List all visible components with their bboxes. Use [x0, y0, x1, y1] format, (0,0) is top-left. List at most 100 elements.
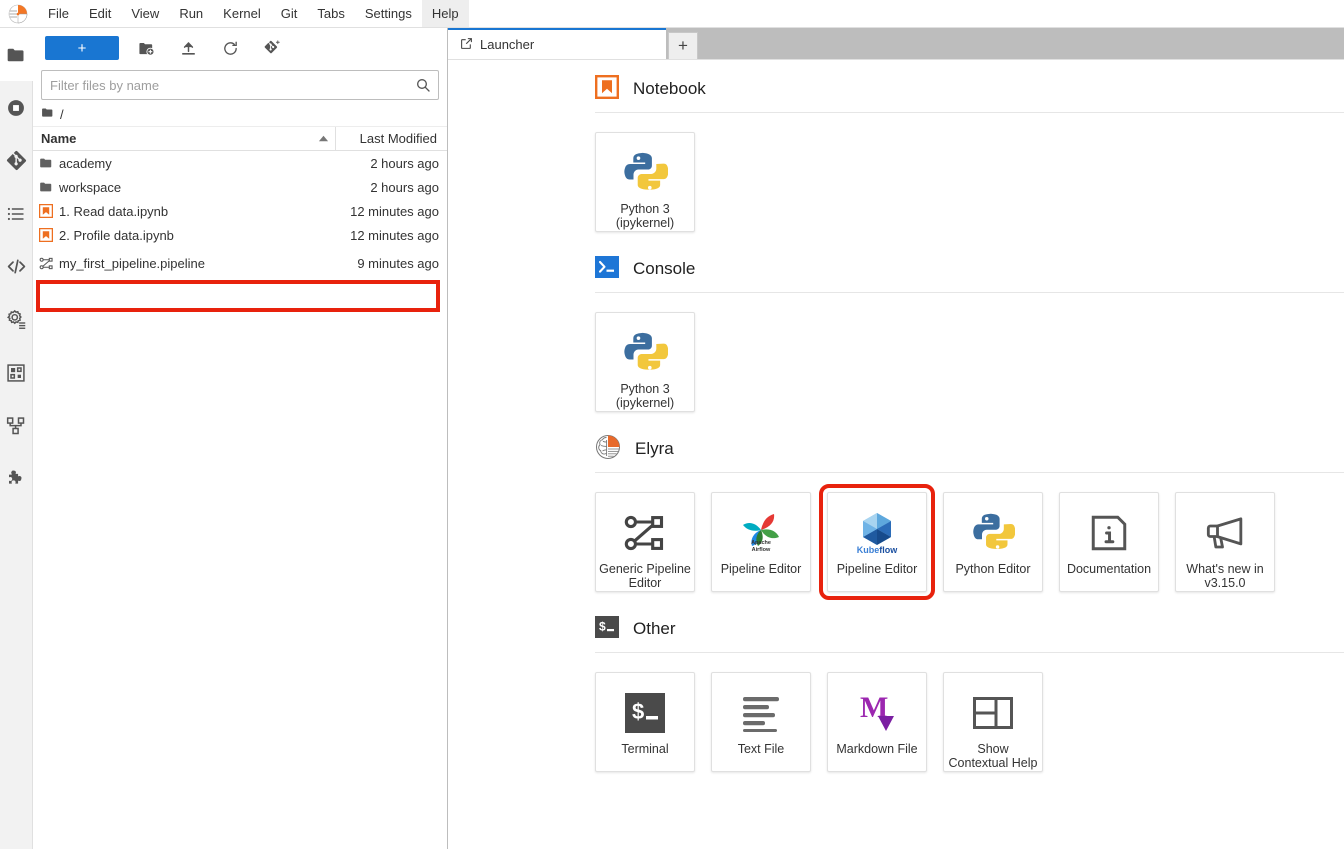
new-folder-icon[interactable]: [131, 34, 161, 62]
card-label: Terminal: [621, 742, 669, 756]
file-modified: 2 hours ago: [370, 155, 439, 171]
launcher-icon: [460, 37, 473, 53]
section-header: Elyra: [595, 432, 1344, 466]
menu-item-kernel[interactable]: Kernel: [213, 0, 271, 27]
card-label: Show Contextual Help: [948, 742, 1038, 770]
file-name: workspace: [59, 179, 122, 195]
launcher-card-python3-console[interactable]: Python 3 (ipykernel): [595, 312, 695, 412]
launcher-section-other: $ Other $ Terminal Text File M Markdown …: [595, 612, 1344, 772]
section-header: Notebook: [595, 72, 1344, 106]
refresh-icon[interactable]: [215, 34, 245, 62]
main-area: Launcher + Notebook Python 3 (ipykernel)…: [448, 28, 1344, 849]
sidebar-item-debugger[interactable]: [0, 240, 33, 293]
pipeline-icon: [33, 256, 59, 271]
tab-launcher[interactable]: Launcher: [448, 28, 666, 59]
menu-item-help[interactable]: Help: [421, 0, 469, 27]
menu-item-git[interactable]: Git: [271, 0, 308, 27]
menu-item-run[interactable]: Run: [169, 0, 213, 27]
folder-icon: [41, 106, 54, 124]
card-label: Pipeline Editor: [836, 562, 918, 576]
menu-item-view[interactable]: View: [121, 0, 169, 27]
filter-files-input[interactable]: [41, 70, 439, 100]
sidebar-item-git[interactable]: [0, 134, 33, 187]
table-row[interactable]: academy 2 hours ago: [33, 151, 447, 175]
file-browser-toolbar: +: [33, 28, 447, 68]
sidebar-item-pipeline-runtimes[interactable]: [0, 293, 33, 346]
info-icon: [1088, 507, 1130, 559]
column-header-name[interactable]: Name: [33, 131, 335, 146]
sidebar-item-pipeline-palette[interactable]: [0, 399, 33, 452]
section-title: Console: [633, 259, 696, 278]
table-row[interactable]: my_first_pipeline.pipeline 9 minutes ago: [33, 251, 447, 275]
menu-item-file[interactable]: File: [38, 0, 79, 27]
jupyter-logo: [4, 0, 32, 28]
table-row[interactable]: 2. Profile data.ipynb 12 minutes ago: [33, 223, 447, 247]
launcher-card-python-editor[interactable]: Python Editor: [943, 492, 1043, 592]
sidebar-item-running[interactable]: [0, 81, 33, 134]
breadcrumb-path: /: [60, 107, 64, 122]
table-row[interactable]: workspace 2 hours ago: [33, 175, 447, 199]
launcher-card-terminal[interactable]: $ Terminal: [595, 672, 695, 772]
file-modified: 2 hours ago: [370, 179, 439, 195]
activity-bar: [0, 28, 33, 849]
column-header-last-modified[interactable]: Last Modified: [335, 126, 447, 151]
launcher-section-notebook: Notebook Python 3 (ipykernel): [595, 72, 1344, 232]
card-label: Text File: [737, 742, 785, 756]
launcher-card-text-file[interactable]: Text File: [711, 672, 811, 772]
launcher-section-console: Console Python 3 (ipykernel): [595, 252, 1344, 412]
card-label: Python 3 (ipykernel): [615, 202, 675, 230]
launcher-card-show-contextual-help[interactable]: Show Contextual Help: [943, 672, 1043, 772]
section-header: Console: [595, 252, 1344, 286]
table-row[interactable]: 1. Read data.ipynb 12 minutes ago: [33, 199, 447, 223]
markdown-icon: M: [856, 687, 898, 739]
launcher-card-generic-pipeline-editor[interactable]: Generic Pipeline Editor: [595, 492, 695, 592]
tab-bar: Launcher +: [448, 28, 1344, 59]
launcher-card-airflow-pipeline-editor[interactable]: Apache Airflow Pipeline Editor: [711, 492, 811, 592]
section-title: Elyra: [635, 439, 674, 458]
launcher-panel: Notebook Python 3 (ipykernel) Console Py…: [448, 59, 1344, 849]
file-name: my_first_pipeline.pipeline: [59, 255, 205, 271]
menu-item-tabs[interactable]: Tabs: [307, 0, 354, 27]
new-tab-button[interactable]: +: [668, 32, 698, 59]
card-label: Documentation: [1066, 562, 1152, 576]
sidebar-item-component-catalog[interactable]: [0, 346, 33, 399]
launcher-card-python3-notebook[interactable]: Python 3 (ipykernel): [595, 132, 695, 232]
launcher-card-markdown-file[interactable]: M Markdown File: [827, 672, 927, 772]
launcher-card-kubeflow-pipeline-editor[interactable]: Kubeflow Pipeline Editor: [819, 484, 935, 600]
new-launcher-button[interactable]: +: [45, 36, 119, 60]
svg-text:$: $: [599, 619, 606, 633]
card-row: Python 3 (ipykernel): [595, 113, 1344, 232]
notebook-icon: [33, 228, 59, 242]
launcher-card-whats-new[interactable]: What's new in v3.15.0: [1175, 492, 1275, 592]
generic-pipeline-icon: [623, 507, 667, 559]
file-list-header: Name Last Modified: [33, 126, 447, 151]
file-list: academy 2 hours ago workspace 2 hours ag…: [33, 151, 447, 849]
console-icon: [595, 255, 619, 284]
card-row: Generic Pipeline Editor Apache Airflow P…: [595, 473, 1344, 600]
sidebar-item-table-of-contents[interactable]: [0, 187, 33, 240]
launcher-section-elyra: Elyra Generic Pipeline Editor Apache Air…: [595, 432, 1344, 600]
card-row: Python 3 (ipykernel): [595, 293, 1344, 412]
menu-bar: File Edit View Run Kernel Git Tabs Setti…: [0, 0, 1344, 28]
sort-ascending-icon: [318, 131, 329, 146]
breadcrumb[interactable]: /: [33, 103, 447, 127]
terminal-icon: $: [623, 687, 667, 739]
file-name: 2. Profile data.ipynb: [59, 227, 174, 243]
contextual-help-icon: [972, 687, 1014, 739]
section-title: Other: [633, 619, 676, 638]
sidebar-item-file-browser[interactable]: [0, 28, 33, 81]
apache-airflow-icon: Apache Airflow: [741, 507, 781, 559]
sidebar-item-extension-manager[interactable]: [0, 452, 33, 505]
menu-item-edit[interactable]: Edit: [79, 0, 121, 27]
upload-icon[interactable]: [173, 34, 203, 62]
file-modified: 12 minutes ago: [350, 203, 439, 219]
card-row: $ Terminal Text File M Markdown File Sho…: [595, 653, 1344, 772]
launcher-card-documentation[interactable]: Documentation: [1059, 492, 1159, 592]
menu-item-settings[interactable]: Settings: [355, 0, 422, 27]
menu-items: File Edit View Run Kernel Git Tabs Setti…: [38, 0, 469, 27]
notebook-icon: [33, 204, 59, 218]
card-label: What's new in v3.15.0: [1186, 562, 1264, 590]
folder-icon: [33, 180, 59, 194]
kubeflow-icon: Kubeflow: [855, 507, 899, 559]
git-clone-icon[interactable]: [257, 34, 287, 62]
